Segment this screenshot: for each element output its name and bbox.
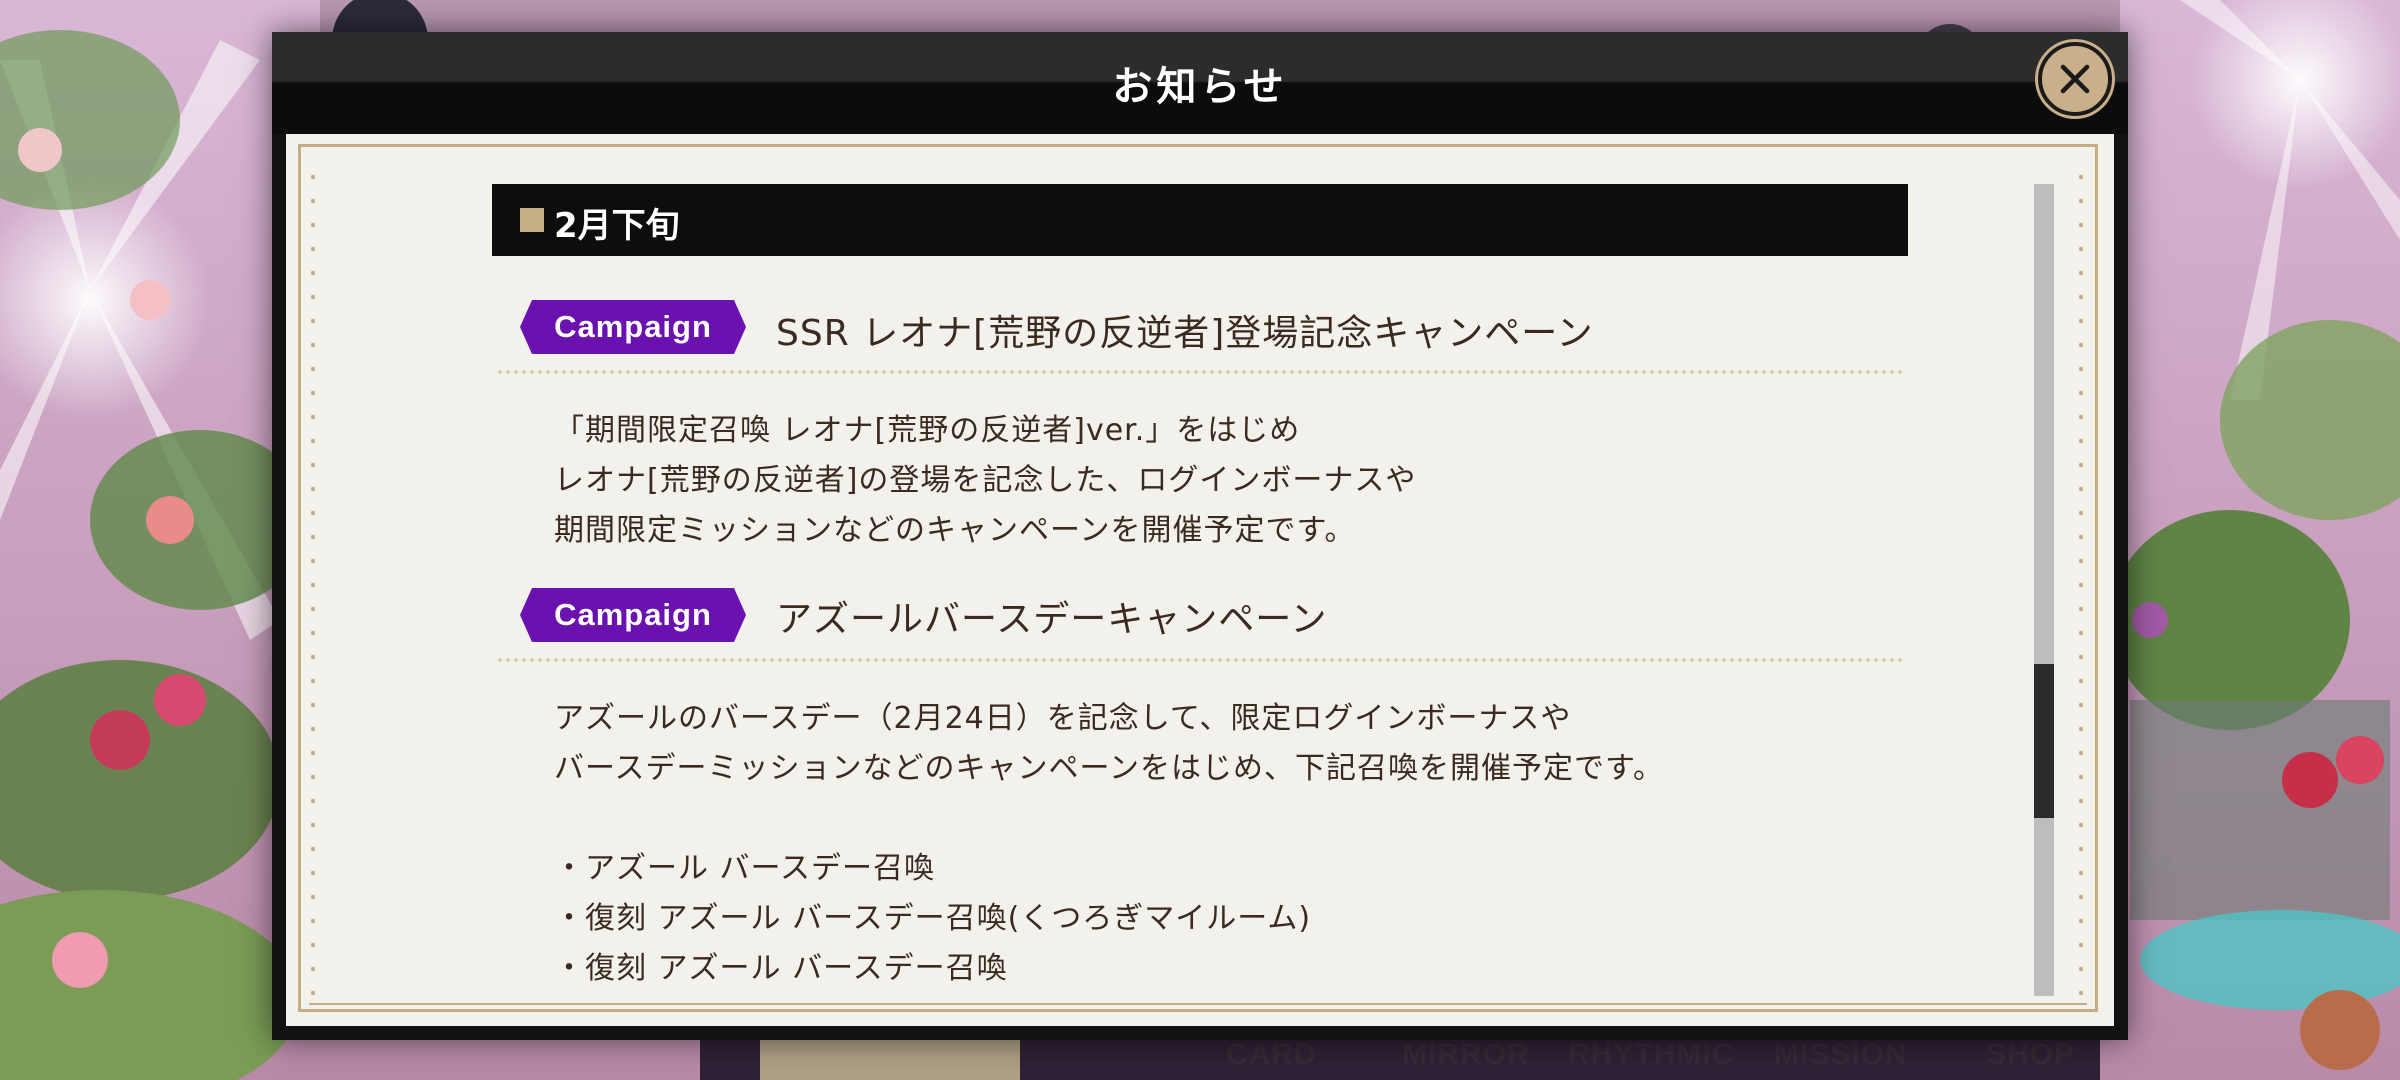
square-bullet-icon xyxy=(520,208,544,232)
campaign-tag: Campaign xyxy=(520,300,746,354)
close-button[interactable] xyxy=(2038,42,2112,116)
section-label: 2月下旬 xyxy=(554,206,680,246)
scrollbar-track[interactable] xyxy=(2034,184,2054,996)
article-body: 「期間限定召喚 レオナ[荒野の反逆者]ver.」をはじめ レオナ[荒野の反逆者]… xyxy=(554,406,1854,556)
campaign-tag: Campaign xyxy=(520,588,746,642)
body-line: レオナ[荒野の反逆者]の登場を記念した、ログインボーナスや xyxy=(554,463,1417,498)
body-line: 「期間限定召喚 レオナ[荒野の反逆者]ver.」をはじめ xyxy=(554,413,1301,448)
dotted-divider xyxy=(496,370,1906,374)
nav-mirror[interactable]: MIRROR xyxy=(1402,1038,1530,1072)
notice-scroll-content[interactable]: 2月下旬 Campaign SSR レオナ[荒野の反逆者]登場記念キャンペーン … xyxy=(286,134,2114,1026)
notice-modal: お知らせ 2月下旬 Campaign SSR レオナ[荒野の反逆者]登場記念キャ… xyxy=(272,32,2128,1040)
article-title: SSR レオナ[荒野の反逆者]登場記念キャンペーン xyxy=(776,313,1594,354)
scrollbar-thumb[interactable] xyxy=(2034,664,2054,818)
close-icon xyxy=(2060,64,2090,94)
body-line: アズールのバースデー（2月24日）を記念して、限定ログインボーナスや xyxy=(554,701,1572,736)
list-item: ・アズール バースデー召喚 xyxy=(554,851,936,886)
body-line: 期間限定ミッションなどのキャンペーンを開催予定です。 xyxy=(554,513,1356,548)
nav-card[interactable]: CARD xyxy=(1226,1038,1317,1072)
article-body: アズールのバースデー（2月24日）を記念して、限定ログインボーナスや バースデー… xyxy=(554,694,1854,994)
section-header: 2月下旬 xyxy=(492,184,1908,256)
nav-mission[interactable]: MISSION xyxy=(1774,1038,1908,1072)
dotted-divider xyxy=(496,658,1906,662)
notice-paper: 2月下旬 Campaign SSR レオナ[荒野の反逆者]登場記念キャンペーン … xyxy=(286,134,2114,1026)
article-title: アズールバースデーキャンペーン xyxy=(776,599,1328,640)
nav-shop[interactable]: SHOP xyxy=(1986,1038,2075,1072)
list-item: ・復刻 アズール バースデー召喚 xyxy=(554,951,1008,986)
modal-header: お知らせ xyxy=(272,32,2128,134)
body-line-blank xyxy=(554,794,1854,844)
list-item: ・復刻 アズール バースデー召喚(くつろぎマイルーム) xyxy=(554,901,1312,936)
nav-rhythmic[interactable]: RHYTHMIC xyxy=(1568,1038,1734,1072)
body-line: バースデーミッションなどのキャンペーンをはじめ、下記召喚を開催予定です。 xyxy=(554,751,1664,786)
modal-title: お知らせ xyxy=(1112,64,1288,110)
